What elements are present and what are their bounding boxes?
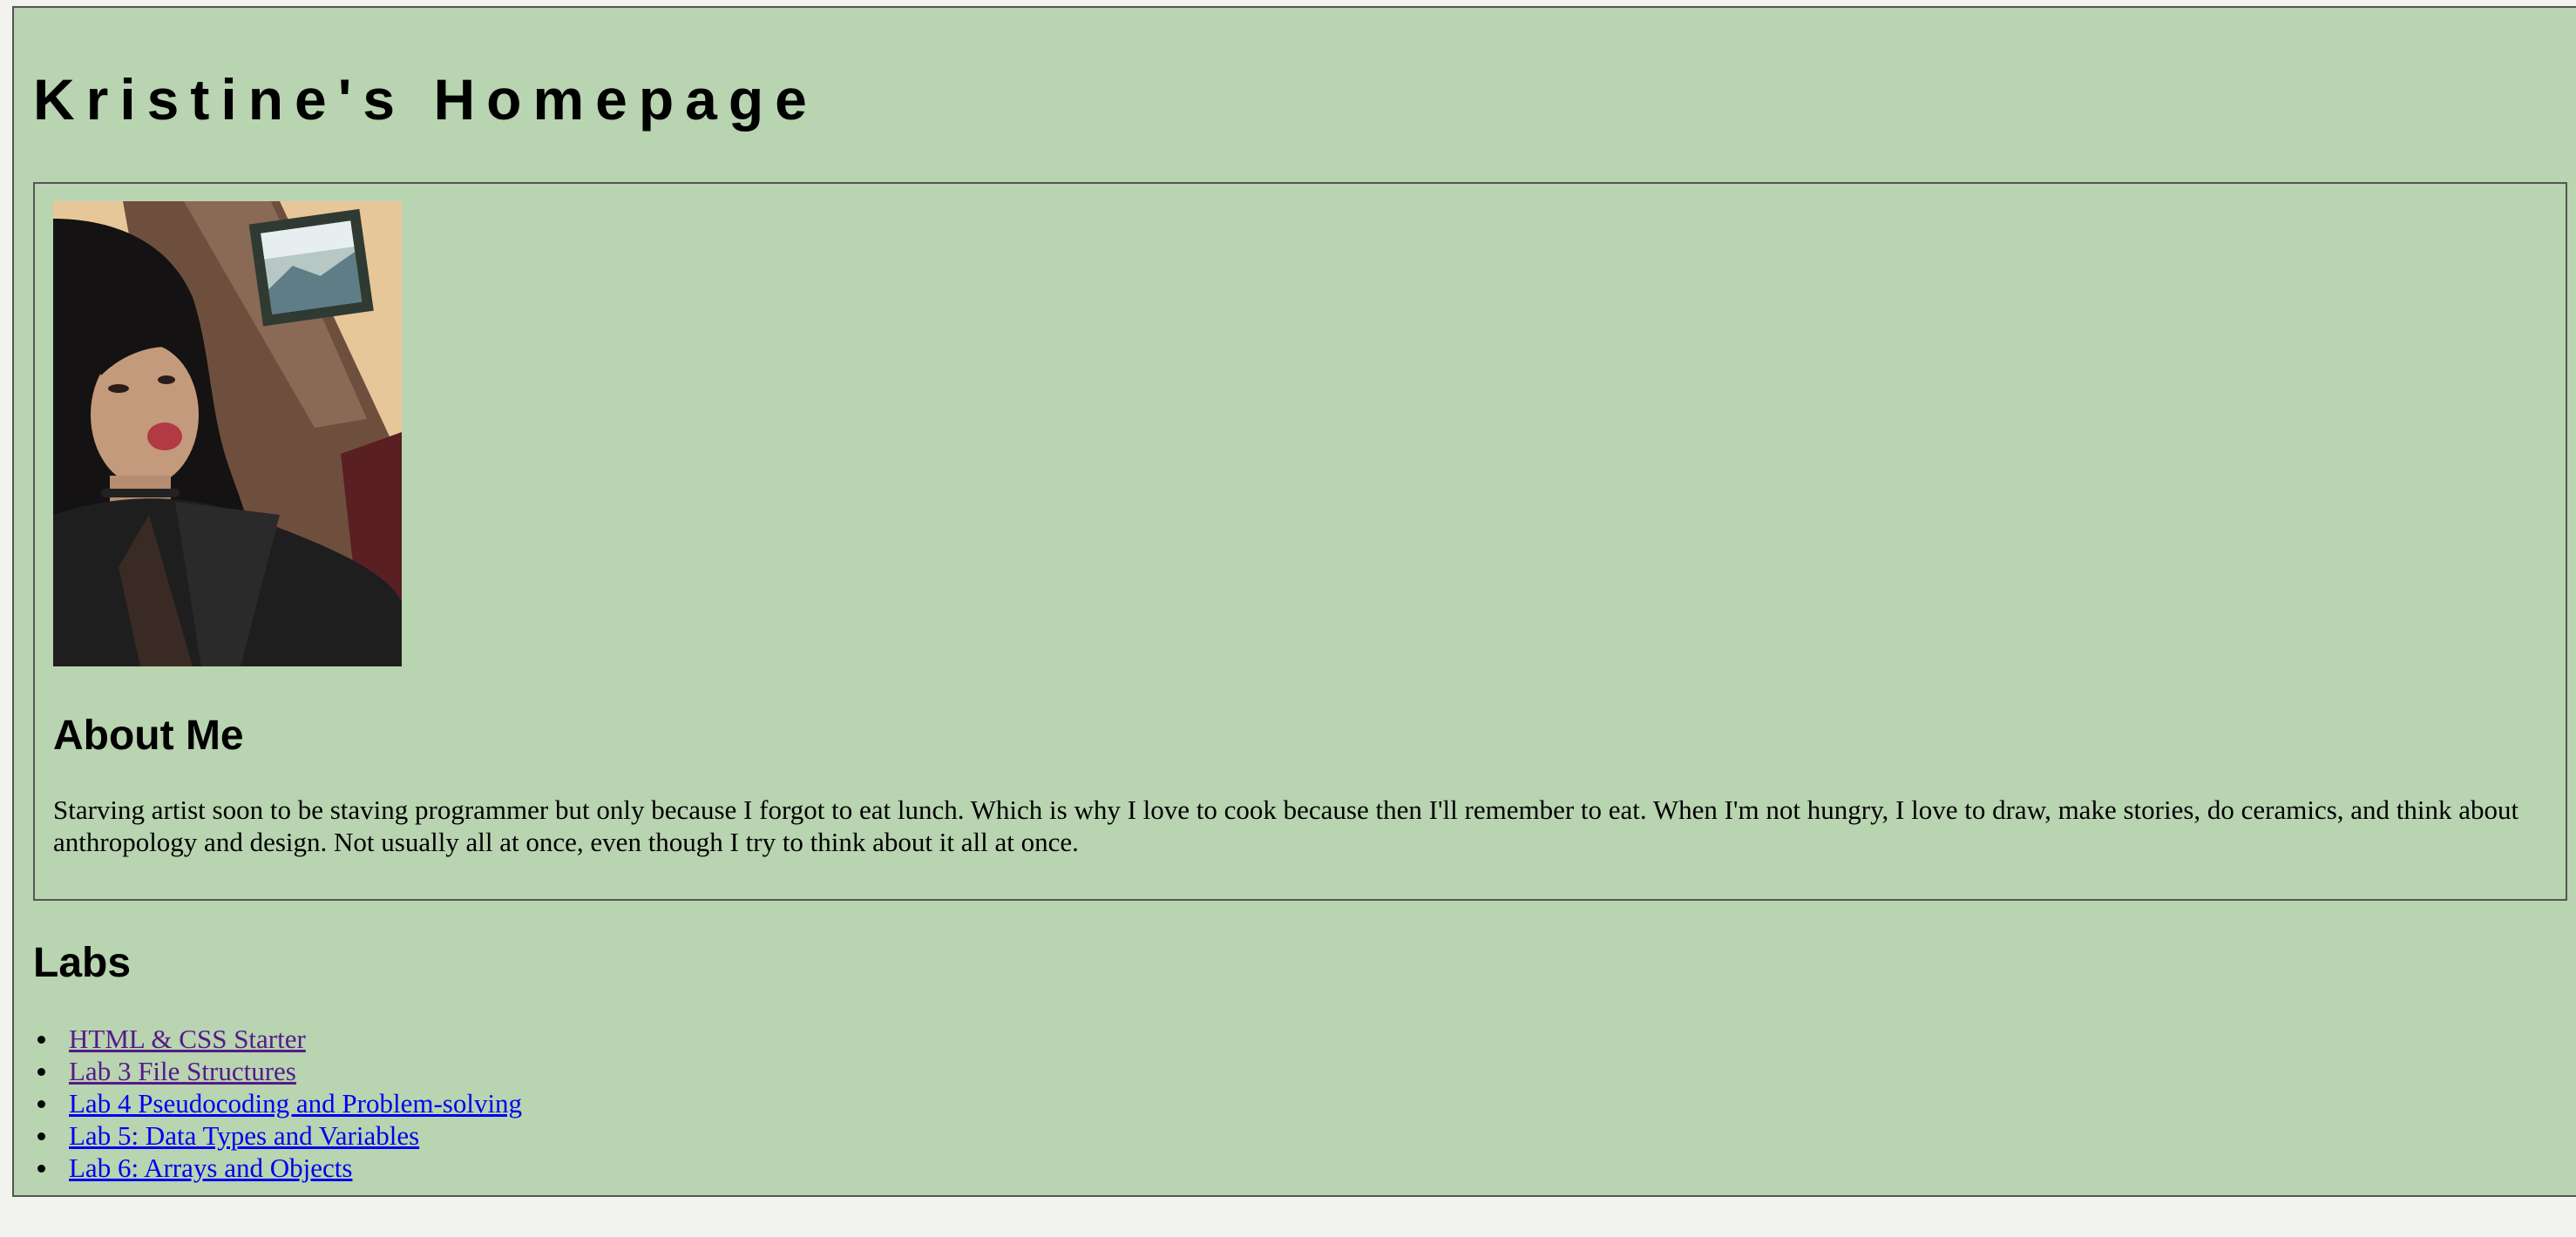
labs-heading: Labs	[33, 940, 132, 986]
bullet-icon	[37, 1165, 45, 1173]
lab-link-lab3[interactable]: Lab 3 File Structures	[69, 1055, 296, 1087]
lab-link-lab5[interactable]: Lab 5: Data Types and Variables	[69, 1119, 419, 1152]
lab-link-lab6[interactable]: Lab 6: Arrays and Objects	[69, 1152, 352, 1184]
bullet-icon	[37, 1100, 45, 1108]
bullet-icon	[37, 1132, 45, 1140]
about-paragraph: Starving artist soon to be staving progr…	[53, 794, 2519, 857]
lab-link-lab4[interactable]: Lab 4 Pseudocoding and Problem-solving	[69, 1087, 522, 1119]
about-heading: About Me	[53, 713, 244, 759]
bullet-icon	[37, 1068, 45, 1076]
lab-link-html-css-starter[interactable]: HTML & CSS Starter	[69, 1023, 306, 1055]
page-container: Kristine's Homepage About Me Starving ar…	[12, 6, 2576, 1197]
about-section: About Me Starving artist soon to be stav…	[33, 182, 2567, 901]
bullet-icon	[37, 1036, 45, 1044]
page-title: Kristine's Homepage	[33, 67, 818, 132]
profile-photo	[53, 201, 402, 666]
